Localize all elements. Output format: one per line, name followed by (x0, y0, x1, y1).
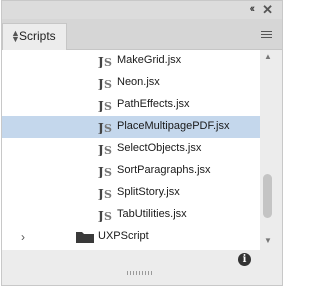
script-item[interactable]: JS PathEffects.jsx (2, 94, 260, 116)
script-item-label: PlaceMultipagePDF.jsx (117, 120, 230, 132)
scripts-panel: ‹‹ ✕ ▲ ▼ Scripts JS MakeGrid.jsx JS Neon.… (1, 0, 283, 286)
javascript-file-icon: JS (98, 55, 112, 68)
script-item[interactable]: JS PlaceMultipagePDF.jsx (2, 116, 260, 138)
script-item-label: PathEffects.jsx (117, 98, 190, 110)
script-item[interactable]: JS Neon.jsx (2, 72, 260, 94)
script-item[interactable]: JS SelectObjects.jsx (2, 138, 260, 160)
svg-text:S: S (104, 188, 112, 200)
scroll-up-icon[interactable]: ▲ (264, 52, 272, 61)
close-panel-icon[interactable]: ✕ (262, 2, 273, 18)
svg-text:S: S (104, 166, 112, 178)
panel-tab-row: ▲ ▼ Scripts (2, 19, 282, 50)
scrollbar-thumb[interactable] (263, 174, 272, 218)
script-item-label: SortParagraphs.jsx (117, 164, 211, 176)
folder-icon (76, 232, 94, 243)
list-scrollbar[interactable]: ▲ ▼ (260, 50, 276, 250)
svg-text:S: S (104, 56, 112, 68)
javascript-file-icon: JS (98, 143, 112, 156)
svg-text:S: S (104, 100, 112, 112)
script-item-label: SplitStory.jsx (117, 186, 180, 198)
scroll-down-icon[interactable]: ▼ (264, 236, 272, 245)
script-item[interactable]: JS MakeGrid.jsx (2, 50, 260, 72)
folder-item-label: UXPScript (98, 230, 149, 242)
javascript-file-icon: JS (98, 121, 112, 134)
scripts-list: JS MakeGrid.jsx JS Neon.jsx JS PathEffec… (2, 50, 260, 250)
collapse-panel-icon[interactable]: ‹‹ (250, 3, 256, 15)
script-item[interactable]: JS SortParagraphs.jsx (2, 160, 260, 182)
tab-scripts-label: Scripts (19, 29, 56, 43)
javascript-file-icon: JS (98, 187, 112, 200)
svg-text:S: S (104, 144, 112, 156)
svg-text:S: S (104, 78, 112, 90)
javascript-file-icon: JS (98, 209, 112, 222)
panel-menu-icon[interactable] (261, 31, 272, 40)
script-item-label: Neon.jsx (117, 76, 160, 88)
chevron-right-icon[interactable]: › (21, 230, 25, 244)
script-item-label: MakeGrid.jsx (117, 54, 182, 66)
resize-grip[interactable] (127, 271, 153, 275)
info-icon[interactable]: i (238, 253, 251, 266)
script-item[interactable]: JS TabUtilities.jsx (2, 204, 260, 226)
svg-text:S: S (104, 210, 112, 222)
script-item-label: SelectObjects.jsx (117, 142, 202, 154)
javascript-file-icon: JS (98, 77, 112, 90)
folder-item-uxpscript[interactable]: › UXPScript (2, 226, 260, 248)
script-item-label: TabUtilities.jsx (117, 208, 187, 220)
script-item[interactable]: JS SplitStory.jsx (2, 182, 260, 204)
tab-scripts[interactable]: ▲ ▼ Scripts (2, 23, 67, 50)
svg-text:S: S (104, 122, 112, 134)
javascript-file-icon: JS (98, 99, 112, 112)
javascript-file-icon: JS (98, 165, 112, 178)
panel-titlebar: ‹‹ ✕ (2, 1, 282, 20)
panel-footer: i (2, 250, 282, 285)
